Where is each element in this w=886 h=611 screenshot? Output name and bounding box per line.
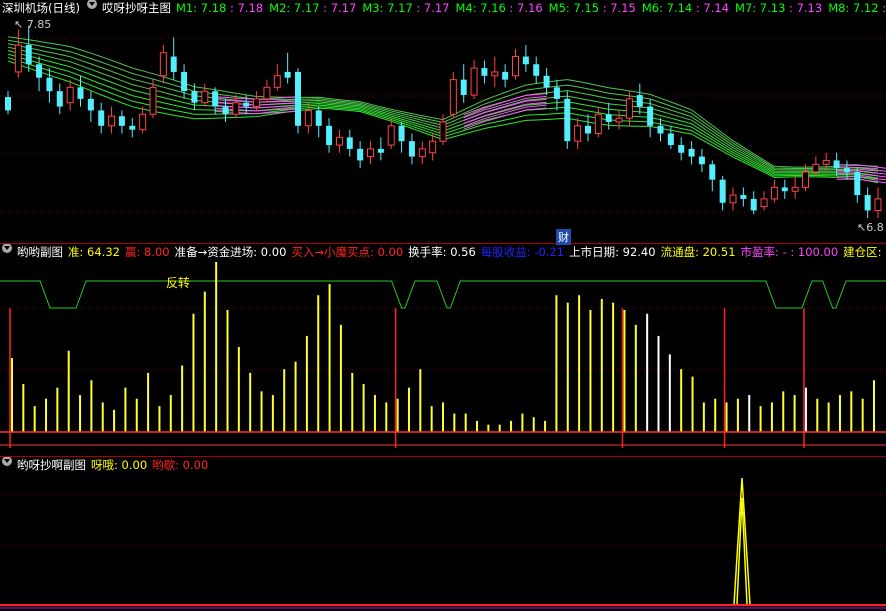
- candle-body: [812, 163, 820, 173]
- candle-body: [543, 75, 550, 88]
- candle-body: [263, 86, 271, 100]
- ma-line-rising: [836, 178, 886, 184]
- candle-body: [460, 79, 467, 96]
- candle-body: [108, 115, 116, 127]
- chart-canvas: [0, 25, 886, 609]
- candle-body: [709, 164, 716, 180]
- candle-body: [212, 91, 219, 107]
- candle-body: [491, 71, 499, 77]
- candle-body: [605, 114, 612, 122]
- reversal-annotation: 反转: [166, 276, 191, 290]
- candle-body: [326, 125, 333, 146]
- candle-body: [304, 109, 312, 127]
- candle-body: [615, 117, 623, 123]
- candle-body: [36, 64, 43, 78]
- candle-body: [222, 106, 229, 115]
- candle-body: [377, 148, 384, 153]
- trend-step-line: [0, 280, 886, 309]
- candle-body: [864, 195, 871, 211]
- candle-body: [625, 98, 633, 119]
- candle-body: [647, 106, 654, 126]
- candle-body: [874, 198, 882, 211]
- candle-body: [719, 179, 726, 203]
- candle-body: [66, 86, 74, 104]
- candle-body: [594, 113, 602, 135]
- candle-body: [481, 68, 488, 76]
- candle-body: [636, 95, 643, 107]
- candle-body: [346, 137, 353, 149]
- candle-body: [14, 44, 22, 73]
- candle-body: [678, 145, 685, 153]
- candle-body: [232, 102, 240, 115]
- candle-body: [833, 160, 840, 169]
- candle-body: [149, 86, 157, 115]
- candle-body: [243, 102, 250, 107]
- candle-body: [159, 52, 167, 77]
- candle-body: [284, 71, 291, 78]
- candle-body: [418, 148, 426, 158]
- candle-body: [585, 125, 591, 134]
- candle-body: [657, 125, 664, 134]
- candle-body: [843, 168, 850, 172]
- candle-body: [439, 121, 447, 142]
- candle-body: [253, 98, 261, 108]
- candle-body: [25, 45, 32, 65]
- candle-body: [854, 171, 861, 196]
- candle-body: [781, 187, 788, 192]
- candle-body: [335, 136, 343, 146]
- candle-body: [698, 156, 705, 165]
- high-price-label: ↖ 7.85: [14, 18, 52, 31]
- candle-body: [367, 148, 374, 158]
- finance-annotation: 财: [556, 229, 571, 245]
- spike-line: [733, 477, 751, 605]
- candle-body: [98, 110, 105, 126]
- candle-body: [750, 198, 757, 211]
- candle-body: [429, 140, 437, 154]
- candle-body: [470, 67, 478, 96]
- candle-body: [502, 71, 509, 80]
- candle-body: [512, 56, 519, 77]
- candle-body: [201, 90, 209, 104]
- candle-body: [315, 110, 322, 126]
- candle-body: [574, 125, 582, 142]
- candle-body: [87, 98, 94, 111]
- candle-body: [770, 186, 778, 200]
- candle-body: [357, 148, 364, 161]
- candle-body: [822, 159, 830, 165]
- candle-body: [118, 116, 125, 126]
- candle-body: [170, 56, 177, 72]
- candle-body: [553, 87, 560, 99]
- candle-body: [564, 98, 571, 142]
- candle-body: [791, 186, 799, 192]
- low-price-label: ↖6.8: [857, 221, 884, 234]
- candle-body: [56, 91, 63, 107]
- candle-body: [387, 125, 395, 146]
- candle-body: [77, 87, 84, 99]
- candle-body: [181, 71, 188, 92]
- candle-body: [449, 79, 457, 115]
- candle-body: [667, 133, 674, 146]
- candle-body: [522, 56, 529, 65]
- candle-body: [295, 71, 301, 126]
- candle-body: [191, 91, 198, 103]
- spike-line: [736, 497, 748, 605]
- candle-body: [139, 113, 147, 131]
- candle-body: [729, 194, 737, 204]
- candle-body: [802, 171, 809, 188]
- candle-body: [760, 198, 768, 208]
- candle-body: [533, 64, 540, 76]
- candle-body: [273, 75, 281, 88]
- candle-body: [46, 77, 53, 92]
- candle-body: [408, 141, 415, 157]
- candle-body: [688, 148, 695, 157]
- ma-line: [7, 36, 879, 168]
- candle-body: [129, 125, 136, 130]
- candle-body: [5, 96, 11, 111]
- candle-body: [740, 195, 747, 199]
- candle-body: [398, 125, 405, 142]
